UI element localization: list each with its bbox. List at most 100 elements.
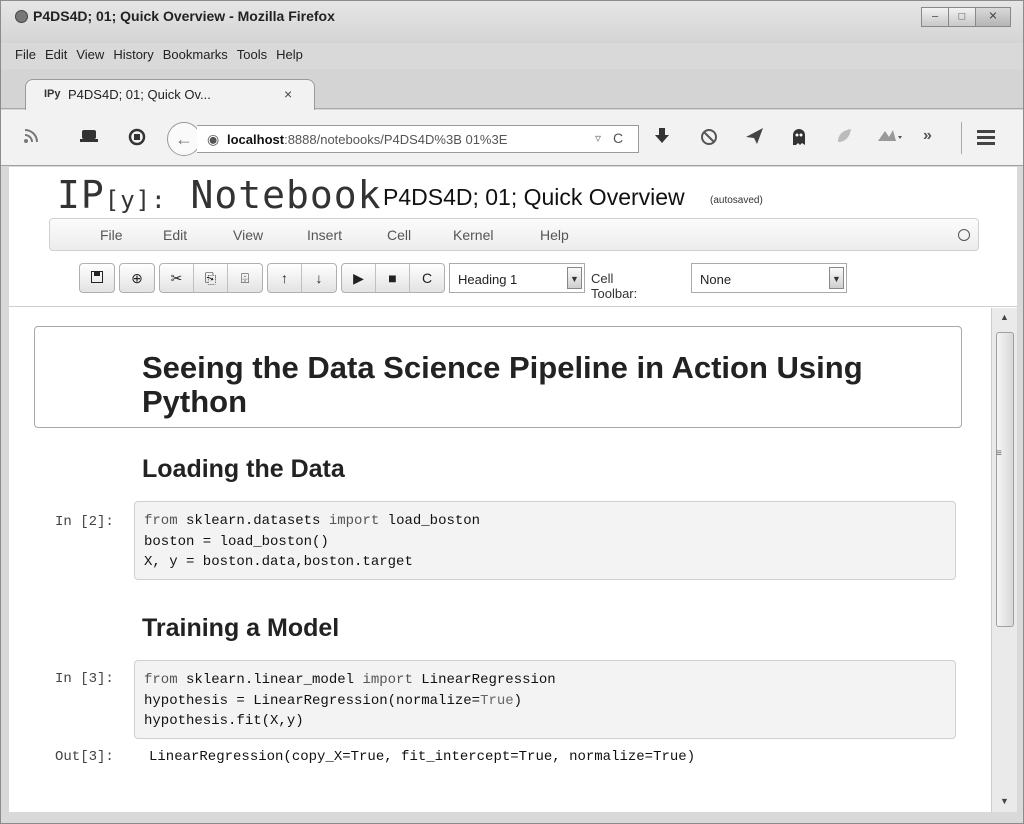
browser-window: P4DS4D; 01; Quick Overview - Mozilla Fir… bbox=[0, 0, 1024, 824]
leaf-icon[interactable] bbox=[836, 128, 852, 148]
back-arrow-icon: ← bbox=[175, 129, 193, 149]
heading-training-model[interactable]: Training a Model bbox=[142, 614, 339, 643]
paste-icon: ⌹ bbox=[240, 270, 250, 286]
overflow-icon[interactable]: » bbox=[923, 128, 932, 144]
menu-icon[interactable] bbox=[977, 130, 995, 148]
block-icon[interactable] bbox=[700, 128, 718, 150]
scroll-up-icon[interactable]: ▲ bbox=[1000, 312, 1009, 322]
kernel-status-icon bbox=[958, 229, 970, 241]
cell-toolbar-value: None bbox=[700, 272, 732, 287]
run-group: ▶ ■ C bbox=[341, 263, 445, 293]
code-text: load_boston bbox=[379, 513, 481, 529]
navigation-bar: ← ◉ localhost:8888/notebooks/P4DS4D%3B 0… bbox=[1, 110, 1023, 166]
minimize-button[interactable]: ‒ bbox=[921, 7, 949, 27]
notebook-header: IP[y]: Notebook P4DS4D; 01; Quick Overvi… bbox=[9, 167, 1017, 307]
nb-menu-kernel[interactable]: Kernel bbox=[453, 227, 493, 243]
nb-menu-file[interactable]: File bbox=[100, 227, 123, 243]
nb-menu-edit[interactable]: Edit bbox=[163, 227, 187, 243]
nb-menu-help[interactable]: Help bbox=[540, 227, 569, 243]
sync-icon[interactable] bbox=[128, 128, 146, 150]
output-prompt-3: Out[3]: bbox=[55, 749, 114, 765]
notebook-title[interactable]: P4DS4D; 01; Quick Overview bbox=[383, 184, 685, 211]
nb-menu-insert[interactable]: Insert bbox=[307, 227, 342, 243]
url-path: :8888/notebooks/P4DS4D%3B 01%3E bbox=[284, 132, 508, 147]
close-button[interactable]: ✕ bbox=[975, 7, 1011, 27]
copy-button[interactable]: ⎘ bbox=[194, 264, 228, 292]
maximize-icon: □ bbox=[958, 10, 966, 23]
ipython-logo[interactable]: IP[y]: Notebook bbox=[57, 173, 381, 217]
tab-strip: IPy P4DS4D; 01; Quick Ov... × bbox=[1, 69, 1023, 110]
menu-view[interactable]: View bbox=[76, 47, 104, 62]
menu-help[interactable]: Help bbox=[276, 47, 303, 62]
reload-icon[interactable]: C bbox=[613, 130, 623, 146]
navbar-separator bbox=[961, 122, 962, 154]
save-icon bbox=[91, 271, 103, 283]
move-up-button[interactable]: ↑ bbox=[268, 264, 302, 292]
scroll-grip-icon: ≡ bbox=[996, 448, 1002, 459]
arrow-down-icon: ↓ bbox=[315, 270, 323, 286]
url-dropdown-icon[interactable]: ▿ bbox=[595, 131, 601, 145]
back-button[interactable]: ← bbox=[167, 122, 201, 156]
scroll-down-icon[interactable]: ▼ bbox=[1000, 796, 1009, 806]
chevron-down-icon: ▼ bbox=[567, 267, 582, 289]
heading-cell-selected[interactable]: Seeing the Data Science Pipeline in Acti… bbox=[34, 326, 962, 428]
paste-button[interactable]: ⌹ bbox=[228, 264, 262, 292]
cell-toolbar-label: Cell Toolbar: bbox=[591, 271, 638, 301]
save-button[interactable] bbox=[80, 264, 114, 292]
vertical-scrollbar[interactable]: ▲ ≡ ▼ bbox=[991, 308, 1017, 812]
code-text: ) bbox=[513, 692, 523, 709]
cell-toolbar-select[interactable]: None ▼ bbox=[691, 263, 847, 293]
code-bool: True bbox=[480, 692, 514, 709]
restart-icon: C bbox=[421, 270, 433, 286]
input-prompt-2: In [2]: bbox=[55, 514, 114, 530]
pocket-icon[interactable] bbox=[79, 128, 99, 148]
code-cell-3[interactable]: from sklearn.linear_model import LinearR… bbox=[134, 660, 956, 739]
copy-icon: ⎘ bbox=[204, 270, 217, 286]
tab-notebook[interactable]: IPy P4DS4D; 01; Quick Ov... × bbox=[25, 79, 315, 110]
url-bar[interactable]: ◉ localhost:8888/notebooks/P4DS4D%3B 01%… bbox=[197, 125, 639, 153]
stop-icon: ■ bbox=[388, 270, 397, 286]
minimize-icon: ‒ bbox=[931, 10, 939, 23]
move-group: ↑ ↓ bbox=[267, 263, 337, 293]
interrupt-button[interactable]: ■ bbox=[376, 264, 410, 292]
cell-type-select[interactable]: Heading 1 ▼ bbox=[449, 263, 585, 293]
menu-file[interactable]: File bbox=[15, 47, 36, 62]
tab-title: P4DS4D; 01; Quick Ov... bbox=[68, 87, 211, 102]
rss-icon[interactable] bbox=[23, 128, 39, 148]
code-text: LinearRegression bbox=[412, 672, 556, 688]
ghost-icon[interactable] bbox=[791, 128, 807, 150]
maximize-button[interactable]: □ bbox=[948, 7, 976, 27]
menu-tools[interactable]: Tools bbox=[237, 47, 267, 62]
insert-group: ⊕ bbox=[119, 263, 155, 293]
url-host: localhost bbox=[227, 132, 285, 147]
plus-circle-icon: ⊕ bbox=[131, 270, 143, 286]
title-bar: P4DS4D; 01; Quick Overview - Mozilla Fir… bbox=[1, 1, 1023, 43]
scroll-thumb[interactable] bbox=[996, 332, 1014, 627]
code-keyword: from bbox=[144, 672, 178, 688]
menu-history[interactable]: History bbox=[113, 47, 153, 62]
code-cell-2[interactable]: from sklearn.datasets import load_boston… bbox=[134, 501, 956, 580]
run-button[interactable]: ▶ bbox=[342, 264, 376, 292]
firefox-icon bbox=[15, 10, 28, 23]
close-icon: ✕ bbox=[988, 10, 998, 23]
cut-button[interactable]: ✂ bbox=[160, 264, 194, 292]
puzzle-icon[interactable] bbox=[877, 128, 903, 148]
nb-menu-cell[interactable]: Cell bbox=[387, 227, 411, 243]
insert-cell-button[interactable]: ⊕ bbox=[120, 264, 154, 292]
restart-button[interactable]: C bbox=[410, 264, 444, 292]
download-icon[interactable] bbox=[655, 128, 669, 148]
logo-ip: IP bbox=[57, 173, 105, 217]
move-down-button[interactable]: ↓ bbox=[302, 264, 336, 292]
send-icon[interactable] bbox=[746, 128, 764, 148]
menu-edit[interactable]: Edit bbox=[45, 47, 67, 62]
clipboard-group: ✂ ⎘ ⌹ bbox=[159, 263, 263, 293]
heading-loading-data[interactable]: Loading the Data bbox=[142, 455, 345, 484]
arrow-up-icon: ↑ bbox=[281, 270, 288, 286]
menu-bookmarks[interactable]: Bookmarks bbox=[163, 47, 228, 62]
code-text: sklearn.linear_model bbox=[177, 672, 363, 688]
nb-menu-view[interactable]: View bbox=[233, 227, 263, 243]
globe-icon: ◉ bbox=[207, 131, 220, 147]
autosave-status: (autosaved) bbox=[710, 195, 763, 206]
code-line: hypothesis.fit(X,y) bbox=[144, 713, 304, 729]
tab-close-icon[interactable]: × bbox=[284, 86, 292, 102]
